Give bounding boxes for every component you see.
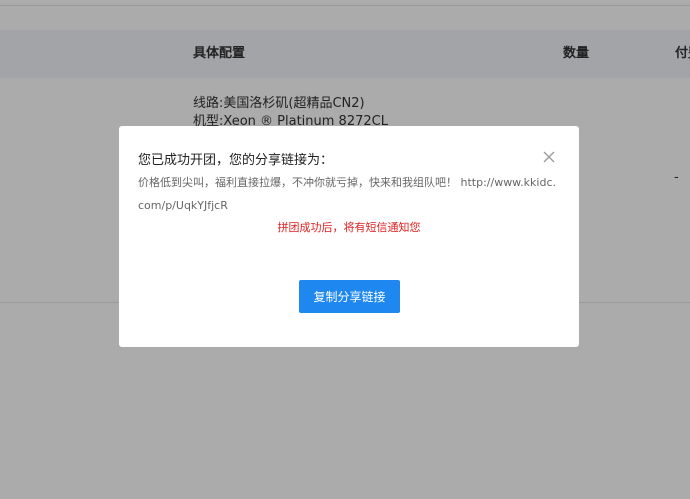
copy-share-link-button[interactable]: 复制分享链接 [299, 280, 400, 313]
share-dialog: 您已成功开团，您的分享链接为： 价格低到尖叫，福利直接拉爆，不冲你就亏掉，快来和… [119, 126, 579, 347]
dialog-title: 您已成功开团，您的分享链接为： [138, 153, 334, 168]
close-icon[interactable] [543, 151, 555, 163]
sms-notice: 拼团成功后，将有短信通知您 [277, 221, 421, 234]
share-link-text: 价格低到尖叫，福利直接拉爆，不冲你就亏掉，快来和我组队吧！ http://www… [138, 176, 556, 212]
